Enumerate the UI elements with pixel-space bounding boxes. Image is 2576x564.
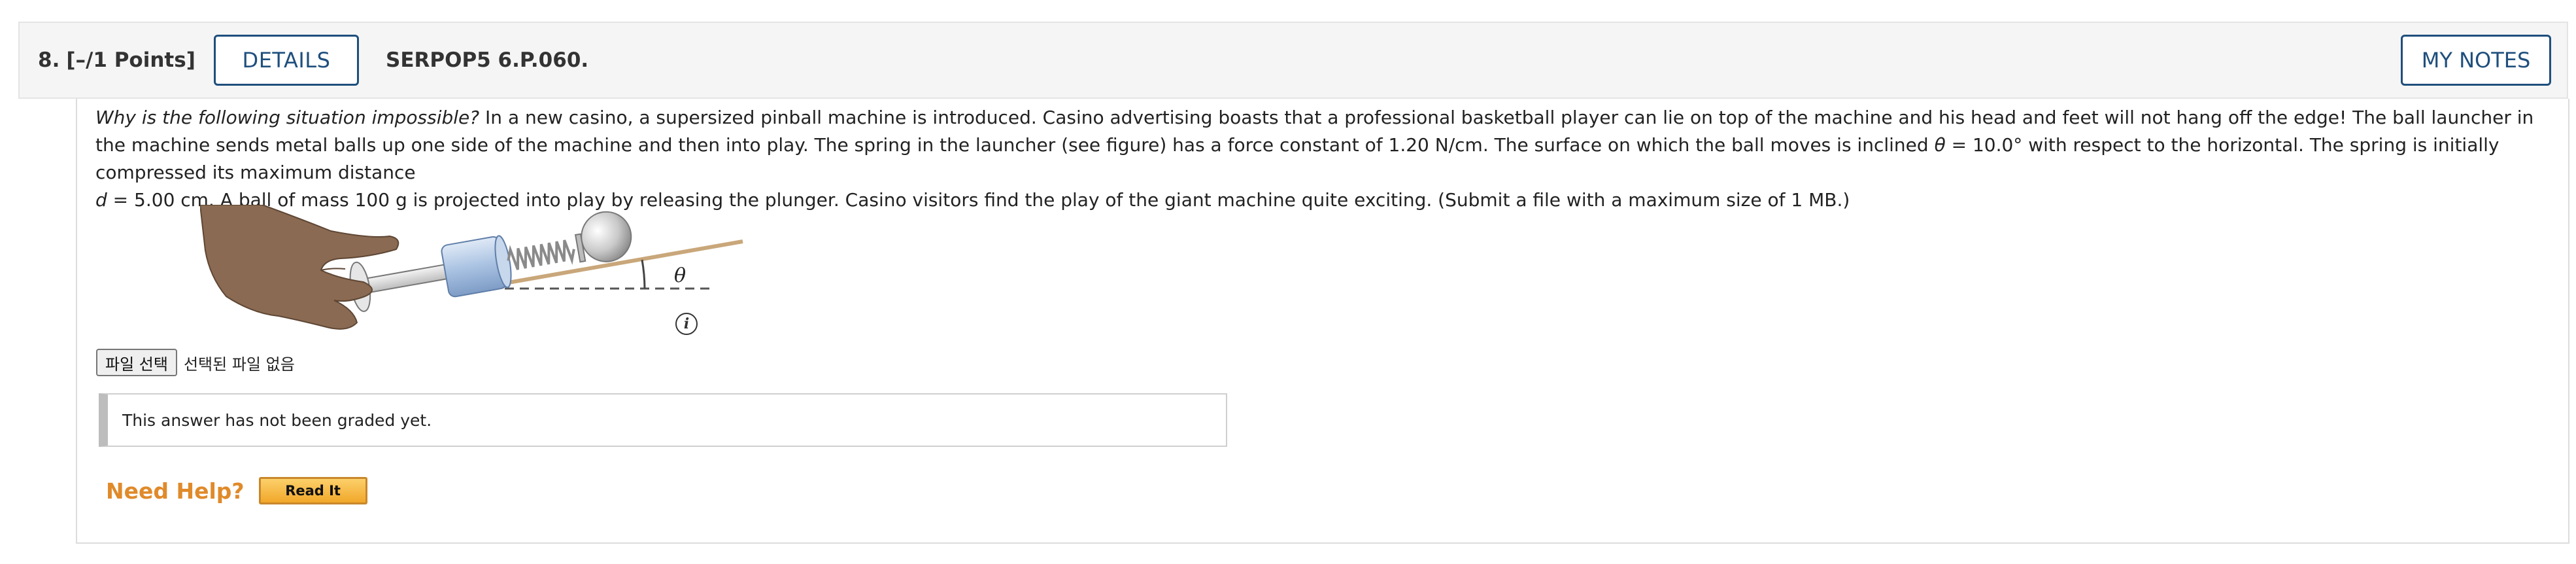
hand-crease xyxy=(320,268,346,271)
hand xyxy=(200,205,399,330)
read-it-button[interactable]: Read It xyxy=(258,477,367,504)
d-symbol: d xyxy=(95,189,107,211)
my-notes-button[interactable]: MY NOTES xyxy=(2401,35,2551,86)
file-status-text: 선택된 파일 없음 xyxy=(183,355,295,374)
angle-arc xyxy=(641,259,646,289)
file-upload-row: 파일 선택 선택된 파일 없음 xyxy=(96,349,295,376)
grade-status-text: This answer has not been graded yet. xyxy=(122,410,432,430)
need-help-label: Need Help? xyxy=(106,478,245,504)
choose-file-button[interactable]: 파일 선택 xyxy=(96,349,177,376)
theta-symbol: θ xyxy=(1934,134,1946,156)
angle-label: θ xyxy=(674,264,686,287)
info-icon[interactable]: i xyxy=(675,313,698,335)
pinball-ball xyxy=(581,211,632,262)
question-number: 8. xyxy=(38,48,60,72)
details-button[interactable]: DETAILS xyxy=(214,35,359,86)
problem-lead: Why is the following situation impossibl… xyxy=(95,107,480,128)
problem-statement: Why is the following situation impossibl… xyxy=(95,104,2554,214)
spring xyxy=(507,239,575,270)
question-header: 8. [–/1 Points] DETAILS SERPOP5 6.P.060.… xyxy=(18,22,2568,99)
question-code: SERPOP5 6.P.060. xyxy=(386,48,589,72)
grade-status-box: This answer has not been graded yet. xyxy=(99,393,1227,447)
question-points: [–/1 Points] xyxy=(66,48,195,72)
question-body: Why is the following situation impossibl… xyxy=(76,99,2569,544)
help-section: Need Help? Read It xyxy=(106,477,367,504)
